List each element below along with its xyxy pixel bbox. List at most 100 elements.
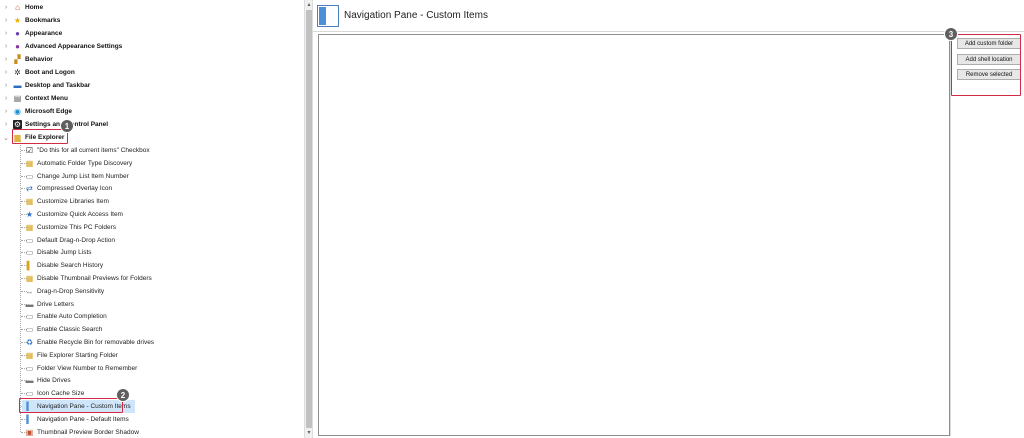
tree-child-item[interactable]: ▬ Hide Drives [22, 374, 71, 387]
tree-item-advanced-appearance[interactable]: › ● Advanced Appearance Settings [2, 40, 122, 53]
tree-child-item[interactable]: ▬ Drive Letters [22, 298, 74, 311]
quick-access-icon: ★ [25, 210, 34, 219]
tree-child-label: "Do this for all current items" Checkbox [37, 147, 150, 154]
thumbnail-icon: ▦ [25, 274, 34, 283]
tree-scrollbar[interactable]: ▴ ▾ [304, 0, 313, 438]
behavior-icon: ▞ [14, 55, 21, 64]
annotation-box-selected-item [19, 398, 123, 413]
border-shadow-icon: ▣ [25, 427, 34, 437]
tree-child-item[interactable]: ▭ Enable Auto Completion [22, 310, 107, 323]
scrollbar-thumb[interactable] [306, 10, 312, 428]
star-icon: ★ [13, 16, 22, 25]
tree-child-label: Disable Jump Lists [37, 249, 92, 257]
tree-child-item[interactable]: ♻ Enable Recycle Bin for removable drives [22, 336, 154, 349]
tree-item-desktop-taskbar[interactable]: › ▬ Desktop and Taskbar [2, 79, 90, 92]
scroll-up-arrow-icon[interactable]: ▴ [306, 2, 312, 8]
tree-child-item[interactable]: ▭ Disable Jump Lists [22, 246, 92, 259]
navigation-pane-icon [317, 4, 339, 27]
tree-child-label: Icon Cache Size [37, 390, 85, 398]
tree-child-label: Thumbnail Preview Border Shadow [37, 428, 139, 436]
recycle-bin-icon: ♻ [25, 338, 34, 347]
gear-icon: ⚙ [13, 120, 22, 129]
tree-item-microsoft-edge[interactable]: › ◉ Microsoft Edge [2, 105, 72, 118]
tree-child-item[interactable]: ▣ Thumbnail Preview Border Shadow [22, 426, 139, 438]
chevron-right-icon[interactable]: › [2, 69, 10, 76]
annotation-badge-2: 2 [116, 388, 130, 402]
tree-child-label: Hide Drives [37, 377, 71, 385]
jump-list-icon: ▭ [25, 171, 34, 181]
hide-drives-icon: ▬ [25, 376, 34, 386]
tree-child-label: Navigation Pane - Default Items [37, 415, 129, 423]
tree-child-item[interactable]: ☑ "Do this for all current items" Checkbo… [22, 144, 150, 157]
scroll-down-arrow-icon[interactable]: ▾ [306, 430, 312, 436]
icon-cache-icon: ▭ [25, 389, 34, 399]
chevron-right-icon[interactable]: › [2, 30, 10, 37]
chevron-down-icon[interactable]: ⌄ [2, 134, 10, 142]
tree-child-item[interactable]: ▦ Customize Libraries Item [22, 195, 109, 208]
tree-child-item[interactable]: ▦ Customize This PC Folders [22, 221, 116, 234]
chevron-right-icon[interactable]: › [2, 82, 10, 89]
tree-child-label: Change Jump List Item Number [37, 172, 129, 180]
tree-child-item[interactable]: ▦ Disable Thumbnail Previews for Folders [22, 272, 152, 285]
tree-child-item[interactable]: ▭ Default Drag-n-Drop Action [22, 234, 115, 247]
annotation-badge-3: 3 [944, 27, 958, 41]
annotation-box-buttons [951, 34, 1021, 96]
tree-guide-line [20, 140, 21, 432]
tree-child-label: Customize Quick Access Item [37, 211, 123, 218]
home-icon: ⌂ [15, 3, 20, 12]
edge-icon: ◉ [14, 107, 21, 116]
tree-child-label: Customize This PC Folders [37, 223, 116, 231]
tree-child-item[interactable]: ★ Customize Quick Access Item [22, 208, 123, 221]
tree-child-label: Folder View Number to Remember [37, 364, 138, 372]
tree-child-label: Compressed Overlay Icon [37, 185, 113, 193]
chevron-right-icon[interactable]: › [2, 17, 10, 24]
tree-child-label: Automatic Folder Type Discovery [37, 159, 133, 167]
chevron-right-icon[interactable]: › [2, 121, 10, 128]
tree-child-label: Disable Search History [37, 262, 104, 270]
palette-advanced-icon: ● [15, 42, 20, 51]
tree-child-item[interactable]: ▭ Enable Classic Search [22, 323, 103, 336]
tree-child-item[interactable]: ▌ Disable Search History [22, 259, 103, 272]
tree-item-behavior[interactable]: › ▞ Behavior [2, 53, 53, 66]
tree-child-label: Drag-n-Drop Sensitivity [37, 287, 105, 295]
tree-child-label: File Explorer Starting Folder [37, 351, 118, 359]
folder-view-icon: ▭ [25, 363, 34, 373]
drive-letters-icon: ▬ [25, 299, 34, 309]
compressed-icon: ⇄ [26, 184, 33, 194]
libraries-icon: ▦ [25, 197, 34, 207]
tree-child-label: Enable Auto Completion [37, 313, 107, 321]
chevron-right-icon[interactable]: › [2, 95, 10, 102]
tree-child-item[interactable]: ▭ Folder View Number to Remember [22, 362, 138, 375]
tree-child-label: Disable Thumbnail Previews for Folders [37, 275, 152, 282]
tree-child-item[interactable]: ↔ Drag-n-Drop Sensitivity [22, 285, 105, 298]
tree-child-label: Drive Letters [37, 300, 74, 308]
tree-child-item[interactable]: ⇄ Compressed Overlay Icon [22, 182, 112, 195]
navigation-pane-icon: ▍ [26, 414, 33, 424]
chevron-right-icon[interactable]: › [2, 4, 10, 11]
tree-item-context-menu[interactable]: › ▤ Context Menu [2, 92, 68, 105]
navigation-tree[interactable]: › ⌂ Home › ★ Bookmarks › ● Appearance › … [0, 0, 304, 438]
tree-child-item[interactable]: ▦ File Explorer Starting Folder [22, 349, 118, 362]
palette-icon: ● [15, 29, 20, 38]
this-pc-icon: ▦ [25, 222, 34, 232]
custom-items-list[interactable] [318, 34, 950, 436]
tree-item-appearance[interactable]: › ● Appearance [2, 27, 62, 40]
chevron-right-icon[interactable]: › [2, 43, 10, 50]
tree-item-home[interactable]: › ⌂ Home [2, 1, 43, 14]
tree-child-item[interactable]: ▍ Navigation Pane - Default Items [22, 413, 129, 426]
chevron-right-icon[interactable]: › [2, 108, 10, 115]
tree-child-label: Default Drag-n-Drop Action [37, 236, 116, 244]
jump-list-icon: ▭ [25, 248, 34, 258]
tree-child-item[interactable]: ▭ Change Jump List Item Number [22, 170, 129, 183]
annotation-badge-1: 1 [60, 119, 74, 133]
drag-sensitivity-icon: ↔ [25, 286, 34, 296]
page-title: Navigation Pane - Custom Items [344, 10, 488, 21]
tree-item-bookmarks[interactable]: › ★ Bookmarks [2, 14, 61, 27]
header-divider [313, 31, 1024, 32]
tree-child-item[interactable]: ▦ Automatic Folder Type Discovery [22, 157, 133, 170]
auto-completion-icon: ▭ [25, 312, 34, 322]
chevron-right-icon[interactable]: › [2, 56, 10, 63]
tree-item-boot-logon[interactable]: › ✲ Boot and Logon [2, 66, 75, 79]
tree-child-label: Enable Classic Search [37, 326, 103, 334]
boot-icon: ✲ [14, 68, 21, 77]
